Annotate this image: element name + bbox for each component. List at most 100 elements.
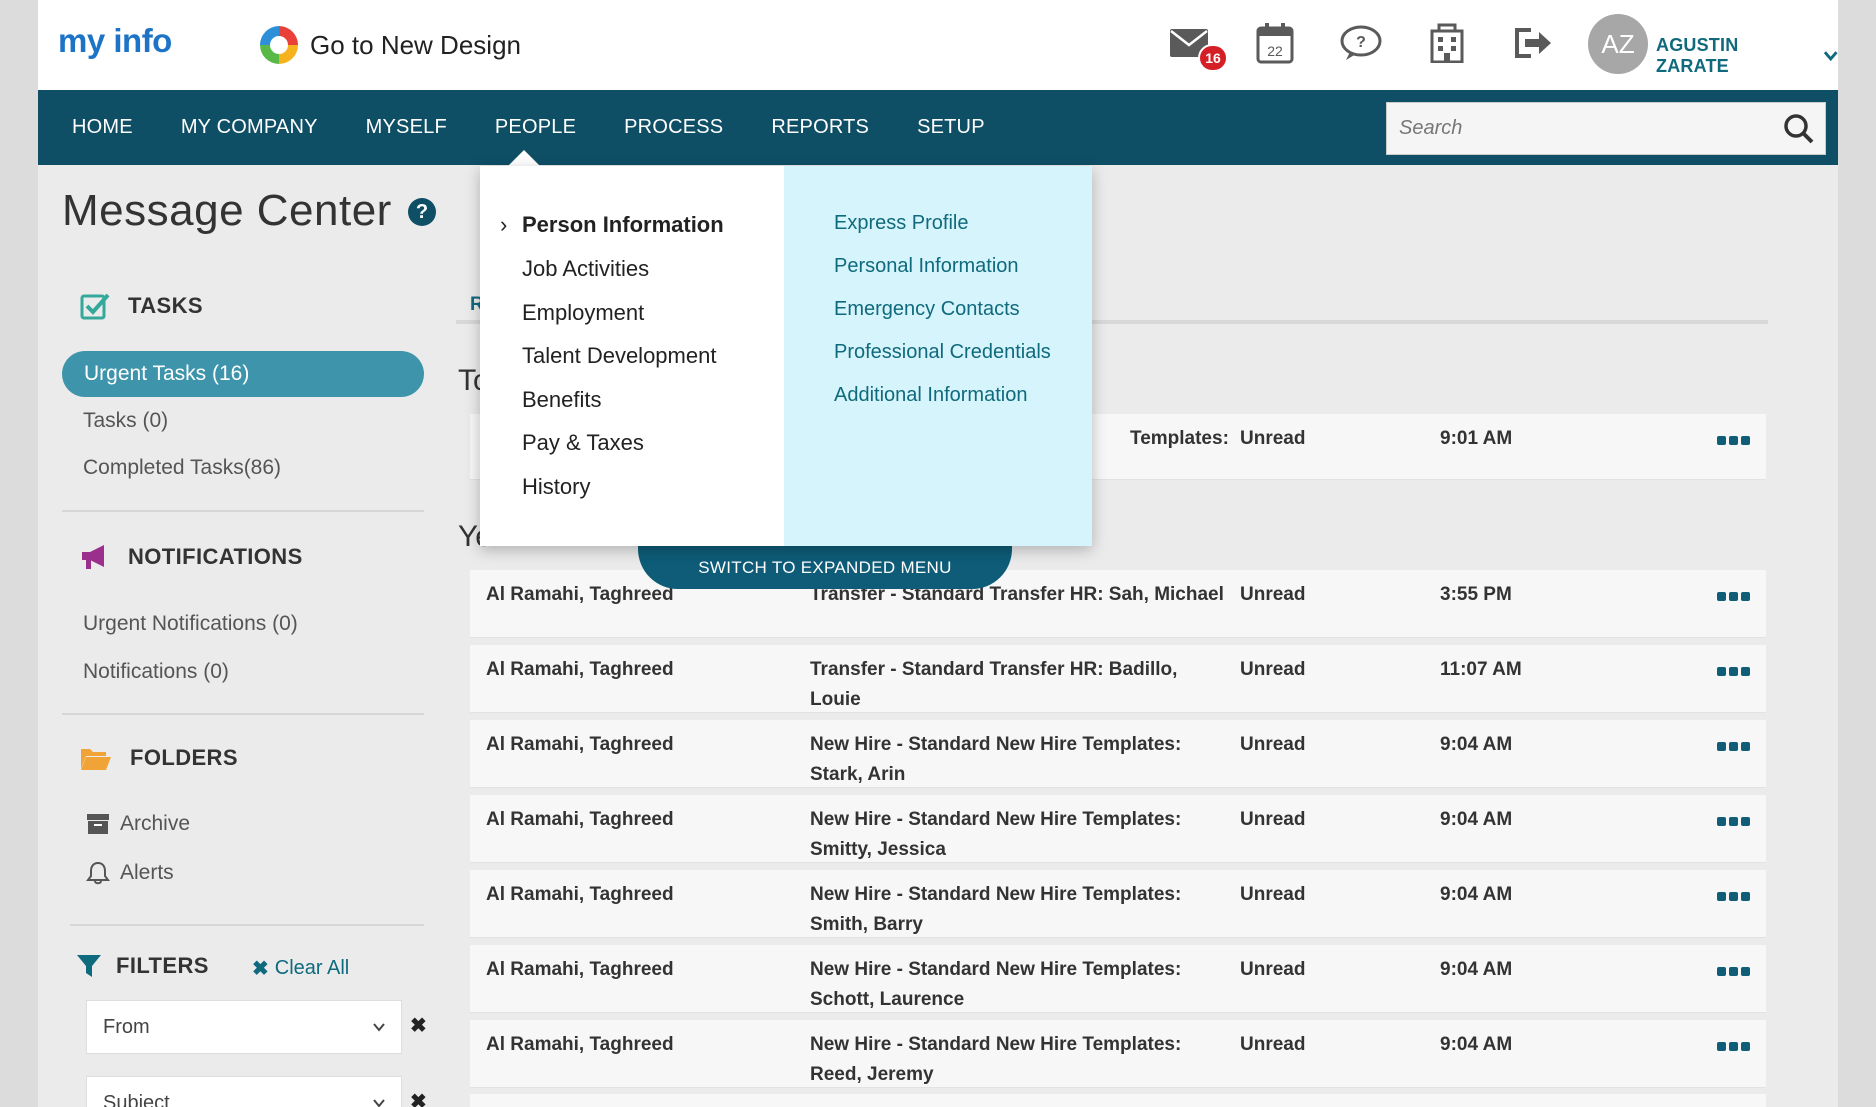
- user-name: AGUSTIN ZARATE: [1656, 35, 1739, 76]
- nav-setup[interactable]: SETUP: [917, 116, 985, 139]
- chat-icon[interactable]: ?: [1340, 20, 1382, 66]
- nav-home[interactable]: HOME: [72, 116, 133, 139]
- message-from: Al Ramahi, Taghreed: [486, 734, 674, 755]
- table-row[interactable]: Al Ramahi, Taghreed New Hire - Standard …: [470, 945, 1766, 1013]
- search-input[interactable]: [1399, 103, 1779, 154]
- building-icon[interactable]: [1426, 20, 1468, 66]
- message-subject: New Hire - Standard New Hire Templates: …: [810, 1034, 1182, 1085]
- message-subject: New Hire - Standard New Hire Templates: …: [810, 809, 1182, 860]
- menu-pay-taxes[interactable]: Pay & Taxes: [522, 430, 644, 456]
- urgent-tasks-link[interactable]: Urgent Tasks (16): [62, 351, 424, 397]
- message-subject: New Hire - Standard New Hire Templates: …: [810, 884, 1182, 935]
- divider: [70, 924, 424, 926]
- calendar-day: 22: [1267, 43, 1283, 59]
- message-subject: New Hire - Standard New Hire Templates: …: [810, 959, 1182, 1010]
- more-options-icon[interactable]: [1717, 967, 1750, 976]
- more-options-icon[interactable]: [1717, 667, 1750, 676]
- dropdown-caret: [508, 150, 540, 166]
- help-icon[interactable]: ?: [408, 198, 436, 226]
- folders-heading-label: FOLDERS: [130, 745, 238, 770]
- mail-icon[interactable]: 16: [1168, 20, 1228, 72]
- message-status: Unread: [1240, 809, 1306, 830]
- nav-my-company[interactable]: MY COMPANY: [181, 116, 318, 139]
- more-options-icon[interactable]: [1717, 817, 1750, 826]
- message-status: Unread: [1240, 428, 1306, 449]
- menu-benefits[interactable]: Benefits: [522, 387, 602, 413]
- urgent-notifications-link[interactable]: Urgent Notifications (0): [83, 612, 298, 636]
- archive-folder-link[interactable]: Archive: [86, 812, 190, 836]
- divider: [62, 713, 424, 715]
- clear-all-label: Clear All: [274, 957, 350, 979]
- chevron-down-icon: [1823, 51, 1838, 62]
- message-from: Al Ramahi, Taghreed: [486, 1034, 674, 1055]
- message-time: 9:04 AM: [1440, 959, 1513, 980]
- tasks-heading-label: TASKS: [128, 293, 203, 318]
- alerts-folder-link[interactable]: Alerts: [86, 861, 174, 885]
- more-options-icon[interactable]: [1717, 892, 1750, 901]
- submenu-personal-information[interactable]: Personal Information: [834, 255, 1019, 278]
- megaphone-icon: [82, 545, 104, 569]
- message-subject: Transfer - Standard Transfer HR: Badillo…: [810, 659, 1178, 710]
- more-options-icon[interactable]: [1717, 1042, 1750, 1051]
- nav-people[interactable]: PEOPLE: [495, 116, 576, 139]
- search-icon[interactable]: [1783, 113, 1815, 145]
- logout-icon[interactable]: [1512, 20, 1554, 66]
- clear-all-button[interactable]: ✖ Clear All: [252, 956, 349, 981]
- more-options-icon[interactable]: [1717, 592, 1750, 601]
- completed-tasks-link[interactable]: Completed Tasks(86): [83, 456, 281, 480]
- chevron-down-icon: [373, 1023, 385, 1032]
- notifications-heading-label: NOTIFICATIONS: [128, 544, 303, 569]
- people-dropdown: › Person Information Job Activities Empl…: [480, 166, 1092, 546]
- menu-history[interactable]: History: [522, 474, 590, 500]
- table-row[interactable]: [470, 1094, 1766, 1107]
- message-time: 11:07 AM: [1440, 659, 1522, 680]
- from-filter-select[interactable]: From: [86, 1000, 402, 1054]
- message-status: Unread: [1240, 1034, 1306, 1055]
- notifications-heading: NOTIFICATIONS: [80, 543, 303, 571]
- calendar-icon[interactable]: 22: [1254, 20, 1296, 66]
- table-row[interactable]: Al Ramahi, Taghreed New Hire - Standard …: [470, 870, 1766, 938]
- message-time: 9:01 AM: [1440, 428, 1513, 449]
- chevron-down-icon: [373, 1099, 385, 1107]
- new-design-link[interactable]: Go to New Design: [260, 26, 521, 64]
- submenu-additional-information[interactable]: Additional Information: [834, 384, 1027, 407]
- dropdown-submenu: Express Profile Personal Information Eme…: [784, 166, 1092, 546]
- message-from: Al Ramahi, Taghreed: [486, 809, 674, 830]
- menu-employment[interactable]: Employment: [522, 300, 644, 326]
- submenu-professional-credentials[interactable]: Professional Credentials: [834, 341, 1051, 364]
- page-title: Message Center: [62, 186, 392, 235]
- nav-process[interactable]: PROCESS: [624, 116, 723, 139]
- menu-job-activities[interactable]: Job Activities: [522, 256, 649, 282]
- chevron-right-icon: ›: [500, 212, 508, 237]
- table-row[interactable]: Al Ramahi, Taghreed Transfer - Standard …: [470, 645, 1766, 713]
- table-row[interactable]: Al Ramahi, Taghreed New Hire - Standard …: [470, 1020, 1766, 1088]
- avatar[interactable]: AZ: [1588, 14, 1648, 74]
- remove-subject-filter-icon[interactable]: ✖: [410, 1089, 427, 1107]
- remove-from-filter-icon[interactable]: ✖: [410, 1013, 427, 1038]
- submenu-emergency-contacts[interactable]: Emergency Contacts: [834, 298, 1020, 321]
- message-status: Unread: [1240, 884, 1306, 905]
- table-row[interactable]: Al Ramahi, Taghreed New Hire - Standard …: [470, 720, 1766, 788]
- user-menu[interactable]: AGUSTIN ZARATE: [1656, 35, 1838, 77]
- nav-myself[interactable]: MYSELF: [366, 116, 447, 139]
- subject-filter-select[interactable]: Subject: [86, 1076, 402, 1107]
- message-from: Al Ramahi, Taghreed: [486, 884, 674, 905]
- close-icon: ✖: [252, 958, 269, 980]
- divider: [62, 510, 424, 512]
- checkbox-icon: [80, 293, 110, 320]
- message-from: Al Ramahi, Taghreed: [486, 959, 674, 980]
- tasks-link[interactable]: Tasks (0): [83, 409, 168, 433]
- logo[interactable]: my info: [58, 22, 172, 60]
- message-subject: New Hire - Standard New Hire Templates: …: [810, 734, 1182, 785]
- more-options-icon[interactable]: [1717, 436, 1750, 445]
- table-row[interactable]: Al Ramahi, Taghreed New Hire - Standard …: [470, 795, 1766, 863]
- nav-reports[interactable]: REPORTS: [771, 116, 869, 139]
- alerts-label: Alerts: [120, 861, 174, 884]
- notifications-link[interactable]: Notifications (0): [83, 660, 229, 684]
- filter-icon: [77, 955, 101, 977]
- submenu-express-profile[interactable]: Express Profile: [834, 212, 969, 235]
- menu-talent-development[interactable]: Talent Development: [522, 343, 716, 369]
- top-bar: my info Go to New Design 16 22 ? AZ AGUS…: [38, 0, 1838, 90]
- more-options-icon[interactable]: [1717, 742, 1750, 751]
- menu-person-information[interactable]: Person Information: [522, 212, 724, 238]
